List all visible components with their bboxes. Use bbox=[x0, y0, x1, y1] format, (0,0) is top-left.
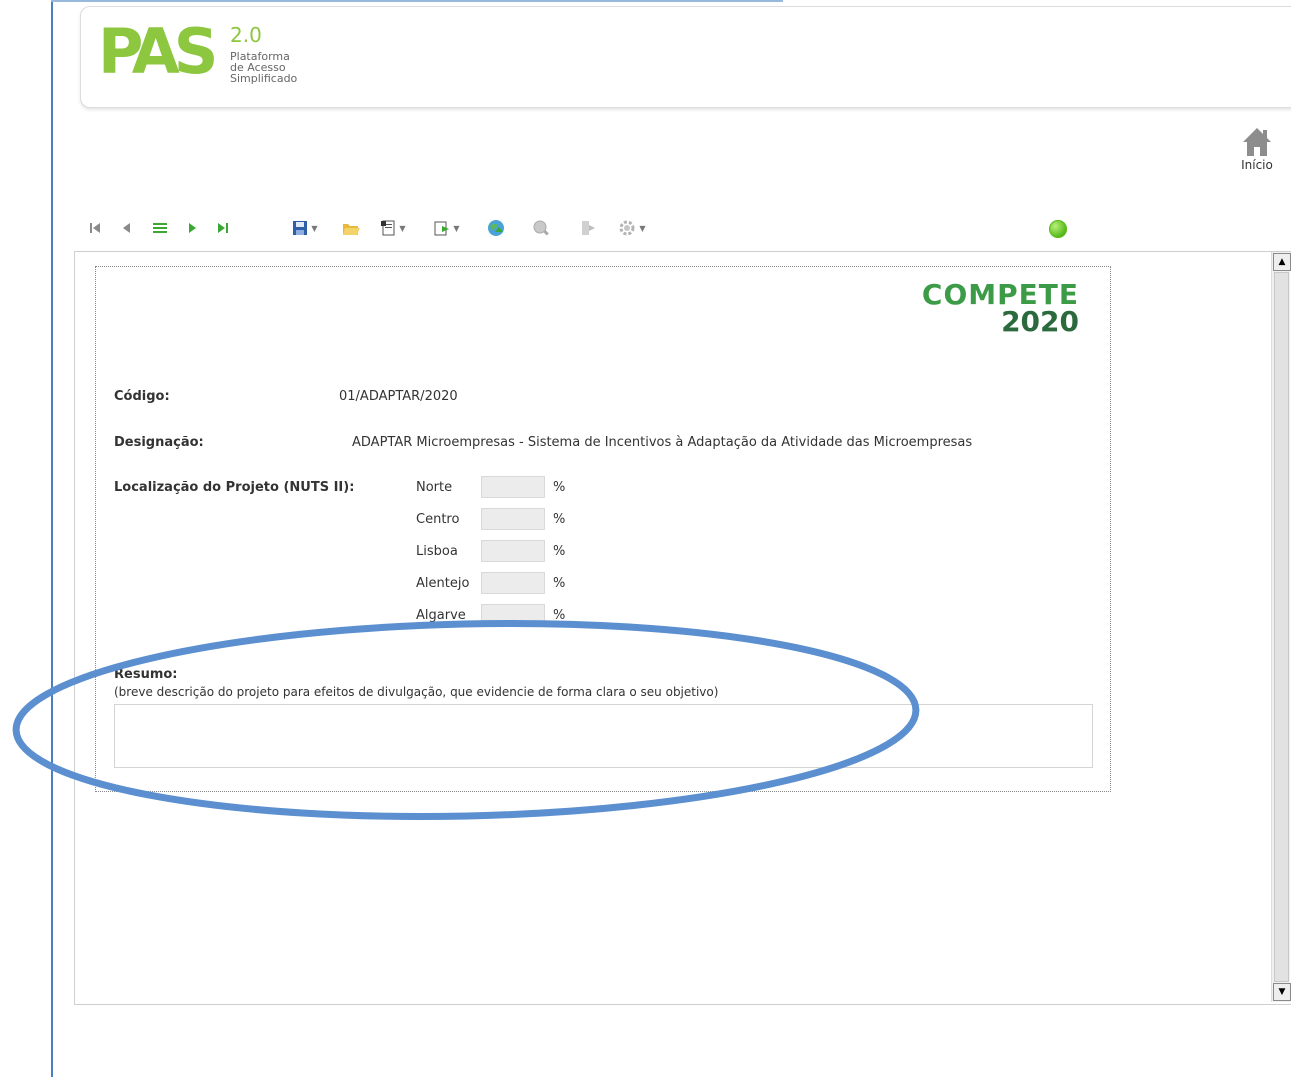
designacao-label: Designação: bbox=[114, 435, 204, 450]
status-indicator bbox=[1049, 220, 1067, 238]
exit-icon[interactable] bbox=[578, 216, 598, 240]
settings-icon[interactable]: ▼ bbox=[614, 216, 650, 240]
vertical-scrollbar[interactable]: ▲ ▼ bbox=[1271, 252, 1291, 1002]
new-document-icon[interactable]: ▼ bbox=[376, 216, 410, 240]
logo-subtitle-line-3: Simplificado bbox=[230, 72, 298, 85]
lisboa-percent-unit: % bbox=[553, 544, 566, 559]
save-icon[interactable]: ▼ bbox=[288, 216, 322, 240]
region-label-algarve: Algarve bbox=[416, 608, 466, 623]
scroll-down-arrow-icon[interactable]: ▼ bbox=[1273, 983, 1291, 1001]
home-icon bbox=[1243, 128, 1271, 156]
region-label-alentejo: Alentejo bbox=[416, 576, 470, 591]
export-icon[interactable]: ▼ bbox=[430, 216, 464, 240]
resumo-textarea[interactable] bbox=[114, 704, 1093, 768]
logo-version: 2.0 bbox=[230, 23, 262, 47]
scrollbar-thumb[interactable] bbox=[1274, 272, 1289, 982]
next-record-icon[interactable] bbox=[184, 216, 200, 240]
norte-percent-unit: % bbox=[553, 480, 566, 495]
codigo-value: 01/ADAPTAR/2020 bbox=[339, 389, 458, 404]
norte-percent-input[interactable] bbox=[481, 476, 545, 498]
window-frame-top bbox=[51, 0, 783, 2]
lisboa-percent-input[interactable] bbox=[481, 540, 545, 562]
logo-subtitle: Plataforma de Acesso Simplificado bbox=[230, 51, 297, 84]
localizacao-label: Localização do Projeto (NUTS II): bbox=[114, 480, 355, 495]
centro-percent-input[interactable] bbox=[481, 508, 545, 530]
home-button[interactable]: Início bbox=[1237, 126, 1277, 172]
scroll-up-arrow-icon[interactable]: ▲ bbox=[1273, 253, 1291, 271]
globe-upload-icon[interactable] bbox=[484, 216, 508, 240]
last-record-icon[interactable] bbox=[214, 216, 232, 240]
alentejo-percent-unit: % bbox=[553, 576, 566, 591]
compete-logo-year: 2020 bbox=[1001, 305, 1079, 338]
alentejo-percent-input[interactable] bbox=[481, 572, 545, 594]
window-frame-left bbox=[51, 0, 53, 1077]
app-header: PAS 2.0 Plataforma de Acesso Simplificad… bbox=[80, 6, 1291, 108]
region-label-centro: Centro bbox=[416, 512, 460, 527]
codigo-label: Código: bbox=[114, 389, 170, 404]
resumo-label: Resumo: bbox=[114, 667, 178, 682]
region-label-norte: Norte bbox=[416, 480, 453, 495]
compete-logo: COMPETE 2020 bbox=[922, 281, 1079, 338]
algarve-percent-unit: % bbox=[553, 608, 566, 623]
project-form: COMPETE 2020 Código: 01/ADAPTAR/2020 Des… bbox=[95, 266, 1111, 792]
region-label-lisboa: Lisboa bbox=[416, 544, 458, 559]
centro-percent-unit: % bbox=[553, 512, 566, 527]
search-icon[interactable] bbox=[529, 216, 553, 240]
pas-logo: PAS bbox=[98, 15, 218, 88]
list-icon[interactable] bbox=[150, 216, 170, 240]
home-label: Início bbox=[1241, 158, 1273, 172]
previous-record-icon[interactable] bbox=[118, 216, 136, 240]
resumo-hint: (breve descrição do projeto para efeitos… bbox=[114, 685, 719, 699]
first-record-icon[interactable] bbox=[86, 216, 104, 240]
content-panel: COMPETE 2020 Código: 01/ADAPTAR/2020 Des… bbox=[74, 251, 1291, 1005]
open-folder-icon[interactable] bbox=[340, 216, 362, 240]
algarve-percent-input[interactable] bbox=[481, 604, 545, 626]
designacao-value: ADAPTAR Microempresas - Sistema de Incen… bbox=[352, 435, 973, 450]
